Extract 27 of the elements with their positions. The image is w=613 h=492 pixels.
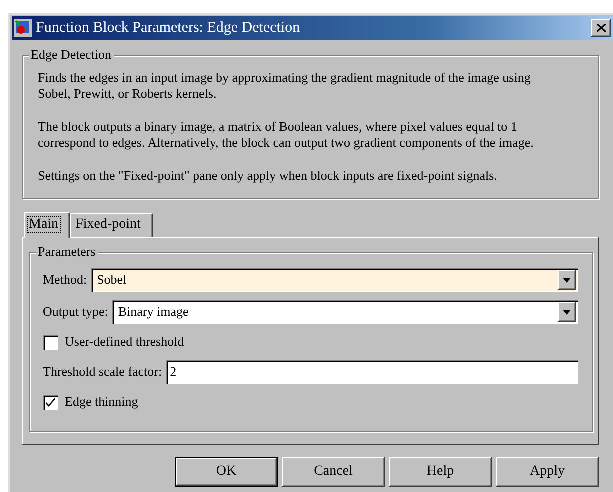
dropdown-arrow-icon <box>563 310 571 314</box>
field-label: Method: <box>43 272 88 288</box>
checkbox-label: Edge thinning <box>65 394 138 410</box>
dropdown-arrow-icon <box>563 278 571 282</box>
description-text: Finds the edges in an input image by approximating the gradient magnitude of the image using Sobel, Prewitt, or Roberts kernels. <box>38 70 532 102</box>
description-text: The block outputs a binary image, a matrix of Boolean values, where pixel values equal to 1 correspond to edges. Alternatively, the block can output two gradient components of the image. <box>38 119 535 151</box>
window-title: Function Block Parameters: Edge Detection <box>36 20 302 36</box>
checkbox[interactable] <box>43 394 58 410</box>
dropdown[interactable]: Sobel <box>91 268 578 292</box>
input-field[interactable]: 2 <box>166 360 578 384</box>
field-label: Output type: <box>43 304 108 320</box>
dialog-button[interactable]: Cancel <box>282 457 385 487</box>
dropdown[interactable]: Binary image <box>112 300 578 324</box>
checkbox[interactable] <box>43 334 58 350</box>
close-icon <box>596 24 606 32</box>
checkmark-icon <box>46 398 55 406</box>
tab[interactable]: Main <box>24 212 70 238</box>
group-title: Edge Detection <box>29 47 114 63</box>
description-text: Settings on the "Fixed-point" pane only apply when block inputs are fixed-point signals. <box>38 168 498 184</box>
tab[interactable]: Fixed-point <box>70 213 153 237</box>
checkbox-label: User-defined threshold <box>65 334 184 350</box>
field-label: Threshold scale factor: <box>43 364 162 380</box>
dialog-button[interactable]: Help <box>389 457 492 487</box>
app-icon <box>14 19 32 37</box>
close-button[interactable] <box>591 19 611 37</box>
dialog-button[interactable]: Apply <box>496 457 599 487</box>
dialog-button[interactable]: OK <box>175 457 278 487</box>
